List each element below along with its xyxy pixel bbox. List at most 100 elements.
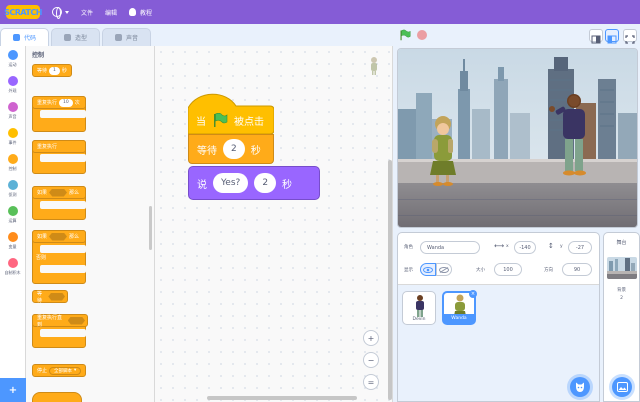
- category-menu: 运动 外观 声音 事件 控制 侦测 运算 变量 自制积木: [0, 46, 26, 378]
- choose-sprite-button[interactable]: [570, 377, 590, 397]
- workspace-horizontal-scrollbar[interactable]: [207, 396, 357, 400]
- category-sensing[interactable]: 侦测: [0, 176, 25, 202]
- zoom-in-icon: +: [367, 333, 375, 343]
- hat-suffix-label: 被点击: [234, 116, 264, 128]
- block-if-else-gap-1: [40, 245, 86, 253]
- block-if-then[interactable]: 如果 那么: [32, 186, 86, 199]
- block-repeat[interactable]: 重复执行 10 次: [32, 96, 86, 109]
- scratch-logo[interactable]: SCRATCH: [4, 5, 42, 19]
- block-if-else-condition-slot[interactable]: [49, 232, 68, 241]
- choose-backdrop-button[interactable]: [612, 377, 632, 397]
- block-wait-until-label: 等待: [37, 290, 43, 304]
- image-icon: [616, 382, 628, 392]
- category-looks[interactable]: 外观: [0, 72, 25, 98]
- backdrop-count: 2: [620, 296, 623, 301]
- block-wait-input[interactable]: 1: [49, 66, 60, 75]
- size-input[interactable]: 100: [494, 263, 522, 276]
- x-position-input[interactable]: -140: [514, 241, 536, 254]
- category-my-blocks[interactable]: 自制积木: [0, 254, 25, 280]
- stage-target-pane[interactable]: 舞台 背景 2: [603, 232, 640, 402]
- block-if-else-then-label: 那么: [69, 234, 80, 240]
- tab-code-label: 代码: [24, 35, 37, 42]
- sprite-info-panel: 角色 Wanda ⟷ x -140 ↕ y -27 显示 大小 100 方向 9…: [398, 233, 599, 285]
- category-label: 变量: [8, 244, 17, 249]
- block-repeat-until[interactable]: 重复执行直到: [32, 314, 88, 328]
- tutorials-menu[interactable]: 教程: [129, 0, 152, 24]
- sprite-name-input[interactable]: Wanda: [420, 241, 480, 254]
- block-palette: 控制 等待 1 秒 重复执行 10 次 重复执行 如果 那么 如果 那么 否则 …: [26, 46, 155, 402]
- green-flag-icon: [214, 113, 228, 127]
- block-repeat-input[interactable]: 10: [59, 98, 73, 107]
- palette-scrollbar[interactable]: [149, 206, 152, 250]
- large-stage-button[interactable]: [605, 29, 619, 44]
- wait-seconds-input[interactable]: 2: [223, 139, 245, 159]
- code-icon: [13, 34, 20, 41]
- x-arrows-icon: ⟷: [494, 242, 505, 250]
- palette-section-title: 控制: [32, 52, 45, 59]
- sprite-list: Devin Wanda ×: [398, 285, 599, 401]
- tab-sounds[interactable]: 声音: [102, 28, 152, 46]
- stop-icon[interactable]: [417, 30, 427, 40]
- block-wait[interactable]: 等待 1 秒: [32, 64, 72, 77]
- category-dot: [7, 102, 18, 112]
- backdrop-thumbnail: [607, 257, 637, 279]
- zoom-in-button[interactable]: +: [363, 330, 379, 346]
- green-flag-icon[interactable]: [399, 29, 411, 41]
- block-stop[interactable]: 停止 全部脚本 ▾: [32, 364, 86, 377]
- sprite-thumb-name: Devin: [412, 317, 426, 322]
- block-wait-label: 等待: [37, 68, 48, 74]
- city-backdrop: [398, 49, 637, 227]
- category-sound[interactable]: 声音: [0, 98, 25, 124]
- show-sprite-button[interactable]: [420, 263, 436, 276]
- block-repeat-until-gap: [40, 329, 86, 337]
- block-hat-partial[interactable]: [32, 392, 82, 402]
- block-if-condition-slot[interactable]: [49, 188, 68, 197]
- say-message-input[interactable]: Yes?: [213, 173, 249, 193]
- block-forever[interactable]: 重复执行: [32, 140, 86, 153]
- y-position-input[interactable]: -27: [568, 241, 592, 254]
- category-control[interactable]: 控制: [0, 150, 25, 176]
- stage-canvas[interactable]: [397, 48, 638, 228]
- category-motion[interactable]: 运动: [0, 46, 25, 72]
- small-stage-button[interactable]: [589, 29, 603, 44]
- tab-costumes[interactable]: 造型: [51, 28, 101, 46]
- category-dot: [7, 180, 18, 190]
- delete-sprite-button[interactable]: ×: [469, 290, 477, 298]
- say-for-seconds-block[interactable]: 说 Yes? 2 秒: [188, 166, 320, 200]
- add-extension-button[interactable]: +: [0, 378, 26, 402]
- zoom-reset-button[interactable]: =: [363, 374, 379, 390]
- wait-seconds-block[interactable]: 等待 2 秒: [188, 134, 274, 164]
- edit-menu[interactable]: 编辑: [105, 0, 117, 24]
- sprite-thumb-wanda[interactable]: Wanda ×: [442, 290, 477, 325]
- category-operators[interactable]: 运算: [0, 202, 25, 228]
- chevron-down-icon: [65, 10, 69, 14]
- category-variables[interactable]: 变量: [0, 228, 25, 254]
- workspace-vertical-scrollbar[interactable]: [388, 160, 392, 400]
- category-events[interactable]: 事件: [0, 124, 25, 150]
- block-if-else[interactable]: 如果 那么: [32, 230, 86, 243]
- when-flag-clicked-block[interactable]: 当 被点击: [188, 106, 274, 134]
- block-repeat-gap: [40, 110, 86, 118]
- small-stage-icon: [591, 35, 601, 44]
- say-seconds-input[interactable]: 2: [254, 173, 277, 193]
- block-wait-until-condition-slot[interactable]: [48, 292, 65, 301]
- fullscreen-icon: [625, 35, 635, 44]
- zoom-out-button[interactable]: −: [363, 352, 379, 368]
- block-forever-gap: [40, 154, 86, 162]
- file-menu[interactable]: 文件: [81, 0, 93, 24]
- close-icon: ×: [470, 291, 476, 297]
- block-wait-until[interactable]: 等待: [32, 290, 68, 304]
- language-menu[interactable]: [52, 0, 69, 24]
- hide-sprite-button[interactable]: [436, 263, 452, 276]
- script-workspace[interactable]: 当 被点击 等待 2 秒 说 Yes? 2 秒 + − =: [155, 46, 393, 402]
- block-forever-label: 重复执行: [37, 144, 58, 150]
- sprite-thumb-devin[interactable]: Devin: [402, 291, 436, 325]
- say-label: 说: [197, 179, 207, 191]
- block-repeat-until-condition-slot[interactable]: [67, 316, 85, 325]
- block-stop-dropdown[interactable]: 全部脚本 ▾: [49, 366, 82, 375]
- direction-input[interactable]: 90: [562, 263, 592, 276]
- show-label: 显示: [404, 268, 413, 273]
- block-stop-dropdown-value: 全部脚本: [54, 368, 73, 374]
- tab-code[interactable]: 代码: [0, 28, 50, 46]
- fullscreen-button[interactable]: [623, 29, 637, 44]
